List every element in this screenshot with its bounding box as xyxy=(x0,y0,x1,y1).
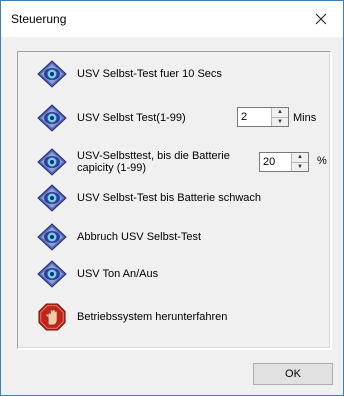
shutdown-button[interactable] xyxy=(35,302,69,332)
capacity-up-arrow-icon[interactable]: ▲ xyxy=(292,153,308,162)
minutes-unit-label: Mins xyxy=(293,112,317,124)
command-label: USV Selbst-Test fuer 10 Secs xyxy=(77,68,222,80)
minutes-up-arrow-icon[interactable]: ▲ xyxy=(272,108,288,117)
close-button[interactable] xyxy=(299,1,343,37)
command-label: Abbruch USV Selbst-Test xyxy=(77,231,202,243)
command-label: USV Selbst-Test bis Batterie schwach xyxy=(77,192,262,204)
minutes-down-arrow-icon[interactable]: ▼ xyxy=(272,116,288,127)
sound-toggle-button[interactable] xyxy=(35,259,69,289)
command-label: USV-Selbsttest, bis die Batterie capicit… xyxy=(77,150,230,174)
title-bar: Steuerung xyxy=(1,1,343,37)
command-row-shutdown: Betriebssystem herunterfahren xyxy=(35,302,227,332)
command-row-self-test-minutes: USV Selbst Test(1-99) xyxy=(35,103,186,133)
diamond-eye-icon xyxy=(37,60,67,88)
diamond-eye-icon xyxy=(37,148,67,176)
command-label: USV Ton An/Aus xyxy=(77,268,159,280)
self-test-minutes-button[interactable] xyxy=(35,103,69,133)
command-label: Betriebssystem herunterfahren xyxy=(77,311,228,323)
close-icon xyxy=(315,13,327,25)
capacity-unit-label: % xyxy=(317,155,327,167)
diamond-eye-icon xyxy=(37,260,67,288)
stop-hand-icon xyxy=(38,303,66,331)
self-test-10s-button[interactable] xyxy=(35,59,69,89)
capacity-spin-arrows: ▲ ▼ xyxy=(291,153,308,171)
minutes-spin-arrows: ▲ ▼ xyxy=(271,108,288,126)
minutes-input[interactable] xyxy=(238,108,271,126)
self-test-capacity-button[interactable] xyxy=(35,147,69,177)
command-row-self-test-capacity: USV-Selbsttest, bis die Batterie capicit… xyxy=(35,147,247,177)
capacity-down-arrow-icon[interactable]: ▼ xyxy=(292,161,308,172)
minutes-stepper[interactable]: ▲ ▼ xyxy=(237,107,289,127)
command-row-abort-self-test: Abbruch USV Selbst-Test xyxy=(35,222,201,252)
ok-button[interactable]: OK xyxy=(253,363,333,385)
diamond-eye-icon xyxy=(37,104,67,132)
command-row-self-test-10s: USV Selbst-Test fuer 10 Secs xyxy=(35,59,222,89)
capacity-stepper[interactable]: ▲ ▼ xyxy=(259,152,309,172)
window-title: Steuerung xyxy=(11,12,67,26)
diamond-eye-icon xyxy=(37,223,67,251)
self-test-battery-low-button[interactable] xyxy=(35,183,69,213)
abort-self-test-button[interactable] xyxy=(35,222,69,252)
capacity-input[interactable] xyxy=(260,153,291,171)
command-row-sound-toggle: USV Ton An/Aus xyxy=(35,259,158,289)
command-label: USV Selbst Test(1-99) xyxy=(77,112,186,124)
diamond-eye-icon xyxy=(37,184,67,212)
steuerung-dialog: Steuerung USV Selbst-Test fuer 10 Secs U… xyxy=(0,0,344,396)
command-row-self-test-battery-low: USV Selbst-Test bis Batterie schwach xyxy=(35,183,261,213)
